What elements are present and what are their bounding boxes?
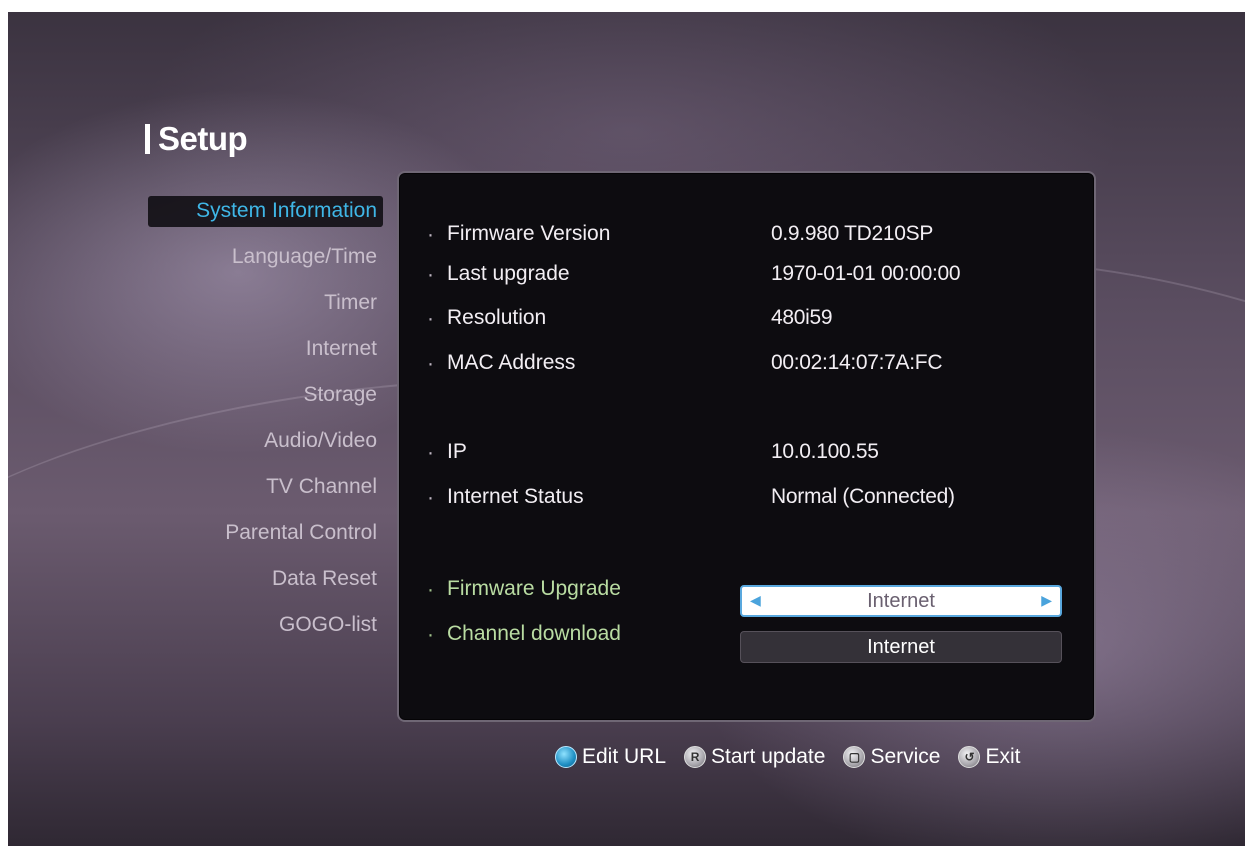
internet-status-value: Normal (Connected) bbox=[771, 485, 955, 508]
menu-item-gogo-list[interactable]: GOGO-list bbox=[148, 610, 383, 656]
setup-menu: System Information Language/Time Timer I… bbox=[148, 196, 383, 656]
exit-label: Exit bbox=[985, 745, 1021, 768]
menu-item-timer[interactable]: Timer bbox=[148, 288, 383, 334]
bullet-icon: · bbox=[427, 352, 434, 375]
resolution-row: · Resolution 480i59 bbox=[399, 306, 1094, 340]
channel-download-value: Internet bbox=[867, 635, 935, 658]
bullet-icon: · bbox=[427, 223, 434, 246]
mac-address-label: MAC Address bbox=[447, 351, 576, 374]
mac-address-row: · MAC Address 00:02:14:07:7A:FC bbox=[399, 351, 1094, 385]
menu-item-system-information[interactable]: System Information bbox=[148, 196, 383, 227]
last-upgrade-label: Last upgrade bbox=[447, 262, 570, 285]
menu-item-language-time[interactable]: Language/Time bbox=[148, 242, 383, 288]
firmware-upgrade-label: Firmware Upgrade bbox=[447, 577, 621, 600]
blue-button-icon bbox=[555, 746, 577, 768]
internet-status-row: · Internet Status Normal (Connected) bbox=[399, 485, 1094, 519]
bullet-icon: · bbox=[427, 307, 434, 330]
mac-address-value: 00:02:14:07:7A:FC bbox=[771, 351, 943, 374]
menu-item-parental-control[interactable]: Parental Control bbox=[148, 518, 383, 564]
triangle-left-icon[interactable]: ◀ bbox=[750, 592, 761, 609]
menu-item-storage[interactable]: Storage bbox=[148, 380, 383, 426]
exit-hint[interactable]: ↺ Exit bbox=[958, 745, 1021, 769]
menu-item-tv-channel[interactable]: TV Channel bbox=[148, 472, 383, 518]
start-update-hint[interactable]: R Start update bbox=[684, 745, 825, 769]
last-upgrade-value: 1970-01-01 00:00:00 bbox=[771, 262, 961, 285]
system-information-panel: · Firmware Version 0.9.980 TD210SP · Las… bbox=[397, 171, 1096, 722]
firmware-upgrade-selector[interactable]: ◀ Internet ▶ bbox=[740, 585, 1062, 617]
firmware-version-label: Firmware Version bbox=[447, 222, 611, 245]
back-button-icon: ↺ bbox=[958, 746, 981, 768]
ip-row: · IP 10.0.100.55 bbox=[399, 440, 1094, 474]
channel-download-label: Channel download bbox=[447, 622, 621, 645]
service-label: Service bbox=[870, 745, 941, 768]
firmware-version-row: · Firmware Version 0.9.980 TD210SP bbox=[399, 222, 1094, 256]
square-button-icon: ▢ bbox=[843, 746, 866, 768]
bullet-icon: · bbox=[427, 578, 434, 601]
service-hint[interactable]: ▢ Service bbox=[843, 745, 940, 769]
menu-item-data-reset[interactable]: Data Reset bbox=[148, 564, 383, 610]
bullet-icon: · bbox=[427, 623, 434, 646]
firmware-upgrade-value: Internet bbox=[867, 589, 935, 612]
ip-label: IP bbox=[447, 440, 467, 463]
triangle-right-icon[interactable]: ▶ bbox=[1041, 592, 1052, 609]
menu-item-audio-video[interactable]: Audio/Video bbox=[148, 426, 383, 472]
menu-item-internet[interactable]: Internet bbox=[148, 334, 383, 380]
page-title-text: Setup bbox=[158, 120, 248, 157]
bullet-icon: · bbox=[427, 441, 434, 464]
resolution-label: Resolution bbox=[447, 306, 547, 329]
last-upgrade-row: · Last upgrade 1970-01-01 00:00:00 bbox=[399, 262, 1094, 296]
edit-url-hint[interactable]: Edit URL bbox=[555, 745, 666, 769]
key-hints: Edit URL R Start update ▢ Service ↺ Exit bbox=[555, 745, 1021, 769]
bullet-icon: · bbox=[427, 263, 434, 286]
page-title: Setup bbox=[145, 120, 248, 158]
bullet-icon: · bbox=[427, 486, 434, 509]
internet-status-label: Internet Status bbox=[447, 485, 584, 508]
start-update-label: Start update bbox=[711, 745, 826, 768]
title-marker bbox=[145, 124, 150, 154]
resolution-value: 480i59 bbox=[771, 306, 833, 329]
channel-download-button[interactable]: Internet bbox=[740, 631, 1062, 663]
firmware-version-value: 0.9.980 TD210SP bbox=[771, 222, 934, 245]
ip-value: 10.0.100.55 bbox=[771, 440, 879, 463]
r-button-icon: R bbox=[684, 746, 707, 768]
edit-url-label: Edit URL bbox=[582, 745, 667, 768]
